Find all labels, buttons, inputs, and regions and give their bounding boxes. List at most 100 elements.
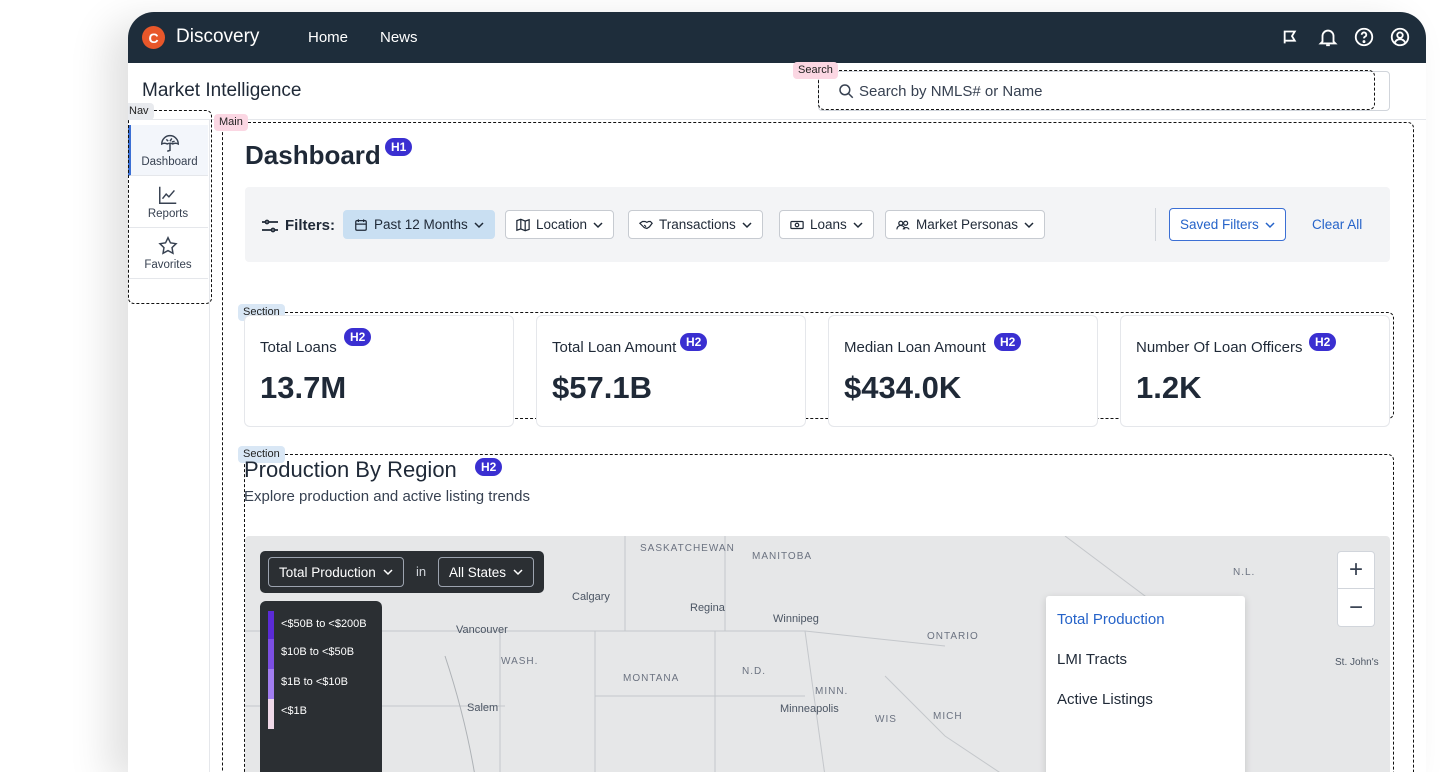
filter-chip-transactions[interactable]: Transactions xyxy=(628,210,763,239)
app-window: C Discovery Home News Market Intelligenc… xyxy=(128,12,1426,772)
sidebar-item-label: Favorites xyxy=(144,259,192,271)
star-icon xyxy=(158,236,178,255)
sidebar-item-dashboard[interactable]: Dashboard xyxy=(128,125,208,176)
legend-label: <$1B xyxy=(281,705,307,717)
saved-filters-label: Saved Filters xyxy=(1180,217,1259,232)
dashboard-icon xyxy=(160,135,179,152)
handshake-icon xyxy=(639,220,653,229)
filter-divider xyxy=(1155,208,1156,241)
chevron-down-icon xyxy=(383,569,393,576)
users-icon xyxy=(896,220,910,230)
legend-label: $1B to <$10B xyxy=(281,676,348,688)
zoom-in-button[interactable]: + xyxy=(1337,551,1375,589)
map-label: MINN. xyxy=(815,686,849,697)
map-label: SASKATCHEWAN xyxy=(640,543,735,554)
map-city: Salem xyxy=(467,702,499,714)
layer-option-active-listings[interactable]: Active Listings xyxy=(1057,691,1153,708)
legend-swatch xyxy=(268,669,274,699)
stat-card-median-loan-amount: Median Loan Amount $434.0K xyxy=(828,315,1098,427)
filter-chip-loans[interactable]: Loans xyxy=(779,210,874,239)
sub-header: Market Intelligence xyxy=(128,63,1426,120)
map-city: St. John's xyxy=(1335,657,1379,668)
announcement-icon[interactable] xyxy=(1281,26,1303,48)
top-bar: C Discovery Home News xyxy=(128,12,1426,63)
sidebar-item-reports[interactable]: Reports xyxy=(128,177,208,228)
region-heading: Production By Region xyxy=(244,457,457,482)
filter-bar: Filters: Past 12 Months Location Transac… xyxy=(245,187,1390,262)
help-icon[interactable] xyxy=(1353,26,1375,48)
saved-filters-button[interactable]: Saved Filters xyxy=(1169,208,1286,241)
state-select-label: All States xyxy=(449,564,507,580)
map-legend: <$50B to <$200B $10B to <$50B $1B to <$1… xyxy=(260,601,382,772)
map-icon xyxy=(516,218,530,231)
map-city: Winnipeg xyxy=(773,613,819,625)
bell-icon[interactable] xyxy=(1317,26,1339,48)
chevron-down-icon xyxy=(1024,221,1034,228)
chevron-down-icon xyxy=(1265,221,1275,228)
chevron-down-icon xyxy=(593,221,603,228)
sidebar-item-favorites[interactable]: Favorites xyxy=(128,228,208,279)
map-city: Calgary xyxy=(572,591,610,603)
stat-card-total-loans: Total Loans 13.7M xyxy=(244,315,514,427)
stat-card-total-loan-amount: Total Loan Amount $57.1B xyxy=(536,315,806,427)
nav-annotation-tag: Nav xyxy=(128,103,154,120)
legend-label: $10B to <$50B xyxy=(281,646,355,658)
dashboard-heading: Dashboard xyxy=(245,140,381,170)
legend-swatch xyxy=(268,639,274,669)
map-city: Vancouver xyxy=(456,624,508,636)
search-input[interactable] xyxy=(859,72,1379,110)
chevron-down-icon xyxy=(742,221,752,228)
stat-value: $57.1B xyxy=(552,370,652,405)
stat-value: 1.2K xyxy=(1136,370,1202,405)
metric-select[interactable]: Total Production xyxy=(268,557,404,587)
nav-news-link[interactable]: News xyxy=(380,29,418,46)
legend-swatch xyxy=(268,611,274,639)
layer-option-total-production[interactable]: Total Production xyxy=(1057,611,1165,628)
h2-annotation-badge: H2 xyxy=(994,333,1022,351)
state-select[interactable]: All States xyxy=(438,557,535,587)
region-map[interactable]: SASKATCHEWAN MANITOBA ONTARIO N.L. WASH.… xyxy=(245,536,1390,772)
sidebar-item-label: Reports xyxy=(147,208,189,220)
chevron-down-icon xyxy=(513,569,523,576)
metric-select-label: Total Production xyxy=(279,564,376,580)
h2-annotation-badge: H2 xyxy=(475,458,503,476)
money-icon xyxy=(790,220,804,229)
filter-chip-market-personas[interactable]: Market Personas xyxy=(885,210,1046,239)
filter-chip-label: Loans xyxy=(810,217,847,232)
search-annotation-tag: Search xyxy=(793,62,838,79)
logo-icon: C xyxy=(142,26,165,49)
brand-name: Discovery xyxy=(176,26,260,47)
map-label: N.L. xyxy=(1233,567,1256,578)
main-annotation-tag: Main xyxy=(214,114,248,131)
stat-label: Number Of Loan Officers xyxy=(1136,339,1303,356)
stat-value: 13.7M xyxy=(260,370,347,405)
sliders-icon xyxy=(262,219,278,233)
nav-home-link[interactable]: Home xyxy=(308,29,348,46)
chart-line-icon xyxy=(159,186,177,204)
map-city: Regina xyxy=(690,602,725,614)
filters-label: Filters: xyxy=(285,217,336,234)
clear-all-link[interactable]: Clear All xyxy=(1312,217,1362,232)
stat-value: $434.0K xyxy=(844,370,962,405)
sidebar-item-label: Dashboard xyxy=(141,156,198,168)
filter-chip-location[interactable]: Location xyxy=(505,210,615,239)
map-label: MANITOBA xyxy=(752,551,813,562)
account-icon[interactable] xyxy=(1389,26,1411,48)
filter-chip-date[interactable]: Past 12 Months xyxy=(343,210,495,239)
stat-card-loan-officers: Number Of Loan Officers 1.2K xyxy=(1120,315,1390,427)
zoom-out-button[interactable]: − xyxy=(1337,589,1375,627)
in-label: in xyxy=(416,564,427,579)
layer-option-lmi-tracts[interactable]: LMI Tracts xyxy=(1057,651,1127,668)
map-label: WASH. xyxy=(501,656,539,667)
legend-swatch xyxy=(268,699,274,729)
map-label: MICH xyxy=(933,711,963,722)
page-title: Market Intelligence xyxy=(142,80,302,101)
calendar-icon xyxy=(355,218,367,231)
search-box[interactable] xyxy=(818,71,1390,111)
layer-dropdown: Total Production LMI Tracts Active Listi… xyxy=(1046,596,1245,772)
chevron-down-icon xyxy=(853,221,863,228)
filter-chip-label: Transactions xyxy=(659,217,736,232)
map-label: ONTARIO xyxy=(927,631,979,642)
stat-label: Median Loan Amount xyxy=(844,339,986,356)
stat-label: Total Loans xyxy=(260,339,337,356)
